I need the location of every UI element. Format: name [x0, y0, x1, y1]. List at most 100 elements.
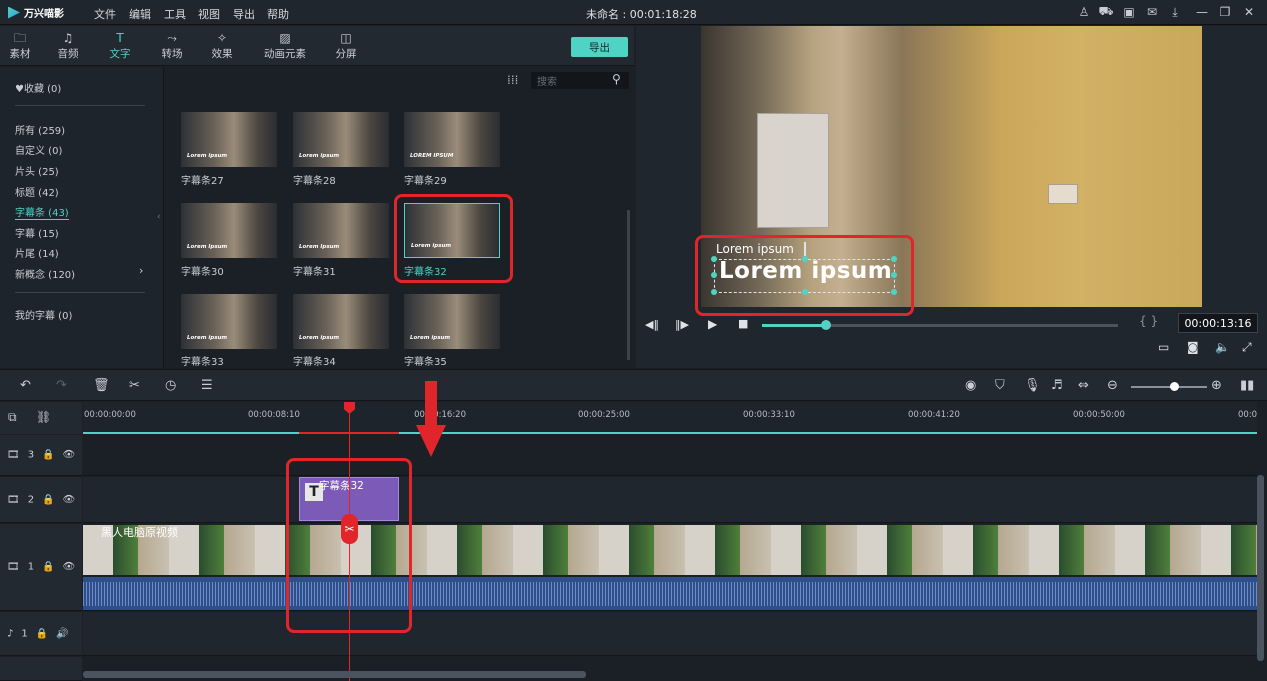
track-audio-1[interactable] [83, 612, 1257, 656]
play-icon[interactable]: ▶ [708, 317, 717, 331]
volume-icon[interactable]: 🔈 [1215, 340, 1230, 354]
timeline-h-scrollbar[interactable] [83, 671, 586, 678]
save-icon[interactable]: ▣ [1122, 5, 1136, 19]
cut-icon[interactable]: ✂ [129, 378, 140, 393]
lock-icon[interactable]: 🔒 [42, 562, 54, 573]
mark-in-out-icon[interactable]: { } [1139, 314, 1158, 328]
split-scissors-icon[interactable]: ✂ [341, 514, 358, 544]
add-track-icon[interactable]: ⧉ [8, 410, 17, 425]
title-bar: 万兴喵影 文件 编辑 工具 视图 导出 帮助 未命名 : 00:01:18:28… [0, 0, 1267, 25]
audio-mixer-icon[interactable]: ♬ [1051, 378, 1063, 393]
menu-tools[interactable]: 工具 [164, 6, 186, 22]
speed-icon[interactable]: ◷ [165, 378, 176, 393]
ruler-label: 00:0 [1238, 410, 1258, 420]
grid-scrollbar[interactable] [627, 210, 630, 360]
prev-frame-icon[interactable]: ◀‖ [645, 318, 659, 331]
menu-help[interactable]: 帮助 [267, 6, 289, 22]
grid-view-icon[interactable]: ⁞⁞⁞ [507, 73, 518, 87]
speaker-icon[interactable]: 🔊 [56, 628, 68, 639]
template-thumb[interactable]: Lorem Ipsum [181, 203, 277, 258]
track-video-3[interactable] [83, 435, 1257, 476]
template-thumb[interactable]: Lorem ipsum [293, 294, 389, 349]
music-note-icon: ♪ [7, 628, 14, 639]
cart-icon[interactable]: ⛟ [1098, 4, 1113, 19]
zoom-slider-thumb[interactable] [1170, 382, 1179, 391]
menu-view[interactable]: 视图 [198, 6, 220, 22]
lock-icon[interactable]: 🔒 [42, 494, 54, 505]
adjust-icon[interactable]: ☰ [201, 378, 213, 393]
zoom-out-icon[interactable]: ⊖ [1107, 378, 1118, 393]
category-titles[interactable]: 标题 (42) [15, 184, 59, 199]
lock-icon[interactable]: 🔒 [42, 450, 54, 461]
tab-effects[interactable]: ✧ 效果 [202, 26, 242, 66]
delete-icon[interactable]: 🗑 [93, 378, 110, 393]
ruler-label: 00:00:08:10 [248, 410, 300, 420]
category-all[interactable]: 所有 (259) [15, 122, 65, 137]
marker-icon[interactable]: ⛉ [995, 378, 1005, 393]
zoom-slider[interactable] [1131, 386, 1207, 388]
close-icon[interactable]: ✕ [1242, 5, 1256, 19]
minimize-icon[interactable]: — [1195, 5, 1209, 19]
divider [15, 292, 145, 293]
logo-icon [8, 6, 20, 19]
category-custom[interactable]: 自定义 (0) [15, 142, 62, 157]
eye-icon[interactable]: 👁 [63, 562, 76, 573]
search-icon[interactable]: ⚲ [612, 72, 621, 86]
tab-audio[interactable]: ♫ 音频 [48, 26, 88, 66]
lock-icon[interactable]: 🔒 [36, 628, 48, 639]
category-my-titles[interactable]: 我的字幕 (0) [15, 307, 72, 322]
category-end-credits[interactable]: 片尾 (14) [15, 245, 59, 260]
timeline-v-scrollbar[interactable] [1257, 475, 1264, 661]
template-thumb[interactable]: Lorem Ipsum [293, 203, 389, 258]
tab-transition[interactable]: ⤳ 转场 [152, 26, 192, 66]
template-name: 字幕条33 [181, 357, 224, 368]
download-icon[interactable]: ⤓ [1168, 5, 1182, 19]
library-tabs: 🗀 素材 ♫ 音频 T 文字 ⤳ 转场 ✧ 效果 ▨ 动画元素 ◫ 分屏 导出 [0, 26, 634, 66]
tab-text[interactable]: T 文字 [100, 26, 140, 66]
mail-icon[interactable]: ✉ [1145, 5, 1159, 19]
template-thumb[interactable]: Lorem ipsum [181, 112, 277, 167]
category-favorites[interactable]: ♥收藏 (0) [15, 80, 61, 95]
app-logo: 万兴喵影 [8, 5, 64, 20]
category-opener[interactable]: 片头 (25) [15, 163, 59, 178]
render-icon[interactable]: ◉ [965, 378, 976, 393]
template-thumb[interactable]: Lorem ipsum [293, 112, 389, 167]
track-video-2[interactable] [83, 477, 1257, 523]
snapshot-icon[interactable]: ◙ [1187, 340, 1199, 354]
eye-icon[interactable]: 👁 [63, 450, 76, 461]
tab-elements[interactable]: ▨ 动画元素 [262, 26, 308, 66]
category-lower-thirds[interactable]: 字幕条 (43) [15, 204, 69, 220]
redo-icon[interactable]: ↷ [56, 378, 67, 393]
menu-file[interactable]: 文件 [94, 6, 116, 22]
template-thumb[interactable]: Lorem ipsum [181, 294, 277, 349]
template-name: 字幕条27 [181, 176, 224, 187]
account-icon[interactable]: ♙ [1077, 5, 1091, 19]
preview-scrubber[interactable] [821, 320, 831, 330]
link-icon[interactable]: ⛓ [36, 410, 51, 424]
split-view-icon[interactable]: ▮▮ [1240, 378, 1254, 393]
template-thumb[interactable]: Lorem ipsum [404, 294, 500, 349]
eye-icon[interactable]: 👁 [63, 494, 76, 505]
undo-icon[interactable]: ↶ [20, 378, 31, 393]
export-button[interactable]: 导出 [571, 37, 628, 57]
render-preview-icon[interactable]: ▭ [1158, 340, 1169, 354]
fit-timeline-icon[interactable]: ⇔ [1078, 378, 1089, 393]
tab-media[interactable]: 🗀 素材 [0, 26, 40, 66]
tab-split-screen[interactable]: ◫ 分屏 [326, 26, 366, 66]
video-clip[interactable] [83, 525, 1257, 575]
menu-export[interactable]: 导出 [233, 6, 255, 22]
next-frame-icon[interactable]: ‖▶ [675, 318, 689, 331]
menu-edit[interactable]: 编辑 [129, 6, 151, 22]
chevron-right-icon[interactable]: › [139, 264, 143, 277]
stop-icon[interactable]: ■ [738, 317, 748, 330]
zoom-in-icon[interactable]: ⊕ [1211, 378, 1222, 393]
template-name: 字幕条35 [404, 357, 447, 368]
fullscreen-icon[interactable]: ⤢ [1242, 340, 1252, 355]
category-subtitles[interactable]: 字幕 (15) [15, 225, 59, 240]
mic-icon[interactable]: 🎙 [1024, 378, 1041, 393]
ruler-label: 00:00:00:00 [84, 410, 136, 420]
collapse-icon[interactable]: ‹ [157, 212, 161, 222]
category-new-concept[interactable]: 新概念 (120) [15, 266, 75, 281]
template-thumb[interactable]: LOREM IPSUM [404, 112, 500, 167]
restore-icon[interactable]: ❐ [1218, 5, 1232, 19]
